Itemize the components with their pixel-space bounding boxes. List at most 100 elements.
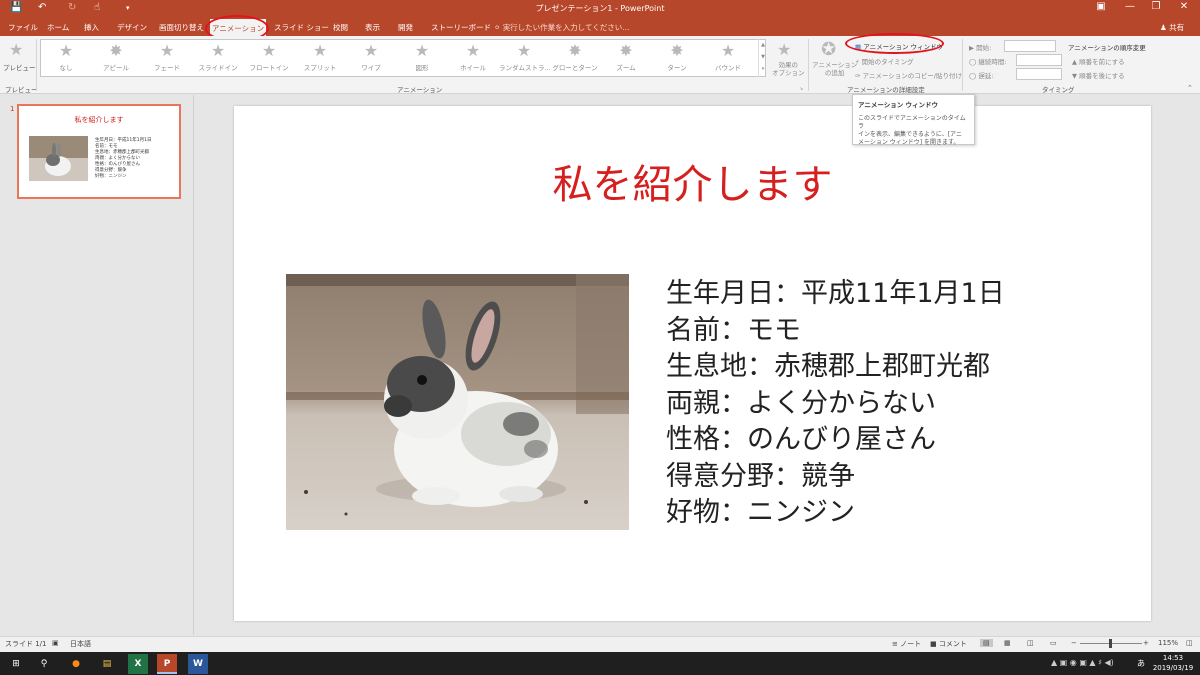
add-animation-button[interactable]: アニメーション の追加 <box>812 61 857 77</box>
ime-indicator[interactable]: あ <box>1137 658 1145 669</box>
tooltip-line: このスライドでアニメーションのタイムラ <box>858 115 966 130</box>
minimize-icon[interactable]: — <box>1117 1 1143 12</box>
bullet-line: 両親：よく分からない <box>666 387 936 419</box>
notes-button[interactable]: ≡ ノート <box>892 639 921 649</box>
gallery-item-appear[interactable]: ✸ アピール <box>91 42 141 73</box>
tab-file[interactable]: ファイル <box>8 22 38 33</box>
delay-input[interactable] <box>1016 68 1062 80</box>
gallery-item-float-in[interactable]: ★ フロートイン <box>244 41 294 73</box>
tooltip-title: アニメーション ウィンドウ <box>858 101 939 109</box>
gallery-item-wheel[interactable]: ★ ホイール <box>448 42 498 73</box>
tab-slideshow[interactable]: スライド ショー <box>274 22 329 33</box>
comments-button[interactable]: ■ コメント <box>930 639 967 649</box>
close-icon[interactable]: ✕ <box>1171 1 1197 12</box>
share-button[interactable]: ♟ 共有 <box>1160 22 1184 33</box>
effect-options-label-1: 効果の <box>778 61 799 69</box>
gallery-item-none[interactable]: ★ なし <box>41 42 91 73</box>
trigger-button[interactable]: ⚡ 開始のタイミング <box>855 56 914 66</box>
slide-thumbnail[interactable]: 私を紹介します 生年月日：平成11年1月1日 名前：モモ 生息地：赤穂郡上郡町光… <box>17 104 181 199</box>
powerpoint-icon[interactable]: P <box>157 654 177 674</box>
tooltip-line: メーション ウィンドウ] を開きます。 <box>858 139 960 146</box>
gallery-item-fly-in[interactable]: ★ スライドイン <box>193 41 243 73</box>
collapse-ribbon-icon[interactable]: ⌃ <box>1187 84 1193 92</box>
file-explorer-icon[interactable]: ▤ <box>97 654 117 674</box>
clock-icon: ◯ <box>969 72 977 80</box>
highlight-ring-pane <box>845 33 944 54</box>
slide-title[interactable]: 私を紹介します <box>234 152 1151 210</box>
gallery-item-bounce[interactable]: ★ バウンド <box>703 41 753 73</box>
bullet-line: 性格：のんびり屋さん <box>666 424 936 455</box>
gallery-item-wipe[interactable]: ★ ワイプ <box>346 41 396 73</box>
painter-label: アニメーションのコピー/貼り付け <box>862 72 962 80</box>
gallery-item-turn[interactable]: ✸ ターン <box>652 41 702 73</box>
word-icon[interactable]: W <box>188 654 208 674</box>
save-icon[interactable]: 💾 <box>10 2 22 13</box>
redo-icon[interactable]: ↻ <box>68 2 76 13</box>
move-later-button[interactable]: ▼ 順番を後にする <box>1072 70 1125 80</box>
tab-developer[interactable]: 開発 <box>398 22 413 33</box>
move-earlier-button[interactable]: ▲ 順番を前にする <box>1072 56 1125 66</box>
star-icon: ★ <box>210 41 226 60</box>
delay-label: ◯ 遅延: <box>969 72 994 80</box>
tab-insert[interactable]: 挿入 <box>84 22 99 33</box>
reorder-title: アニメーションの順序変更 <box>1068 44 1146 52</box>
firefox-icon[interactable]: ● <box>66 654 86 674</box>
star-icon: ★ <box>363 41 379 60</box>
tab-storyboard[interactable]: ストーリーボード <box>431 22 491 33</box>
window-title: プレゼンテーション1 - PowerPoint <box>535 4 665 13</box>
zoom-out-icon[interactable]: − <box>1071 639 1077 647</box>
language-indicator[interactable]: 日本語 <box>70 639 91 649</box>
effect-options-button[interactable]: 効果の オプション <box>772 61 805 77</box>
tab-view[interactable]: 表示 <box>365 22 380 33</box>
slide-count: スライド 1/1 <box>5 640 47 648</box>
spellcheck-icon[interactable]: ▣ <box>52 639 59 647</box>
gallery-item-shape[interactable]: ★ 図形 <box>397 42 447 73</box>
tooltip-body: このスライドでアニメーションのタイムラ インを表示、編集できるように、[アニ メ… <box>858 115 969 147</box>
tab-transitions[interactable]: 画面切り替え <box>159 22 204 33</box>
start-dropdown[interactable] <box>1004 40 1056 52</box>
normal-view-icon[interactable]: ▤ <box>980 639 993 647</box>
star-icon: ★ <box>261 41 277 60</box>
zoom-in-icon[interactable]: + <box>1143 639 1149 647</box>
effect-options-icon[interactable]: ★ <box>777 40 791 59</box>
dialog-launcher-icon[interactable]: ↘ <box>799 86 803 92</box>
gallery-item-grow-turn[interactable]: ✸ グローとターン <box>550 42 600 73</box>
preview-button[interactable]: プレビュー <box>3 62 36 72</box>
gallery-item-split[interactable]: ★ スプリット <box>295 42 345 73</box>
customize-icon[interactable]: ▾ <box>126 4 130 12</box>
slide-body-text[interactable]: 生年月日：平成11年1月1日 名前：モモ 生息地：赤穂郡上郡町光都 両親：よく分… <box>666 276 1005 532</box>
fit-to-window-icon[interactable]: ◫ <box>1186 639 1193 647</box>
zoom-level[interactable]: 115% <box>1158 639 1178 647</box>
gallery-item-random-bars[interactable]: ★ ランダムストラ... <box>499 42 551 73</box>
undo-icon[interactable]: ↶ <box>38 2 46 13</box>
excel-icon[interactable]: X <box>128 654 148 674</box>
up-arrow-icon: ▲ <box>1072 58 1077 66</box>
gallery-scrollbar[interactable]: ▲ ▼ ▾ <box>758 39 767 77</box>
add-animation-icon[interactable]: ✪ <box>821 39 836 60</box>
preview-star-icon[interactable]: ★ <box>9 40 23 59</box>
slide-sorter-icon[interactable]: ▦ <box>1004 639 1011 647</box>
slideshow-view-icon[interactable]: ▭ <box>1050 639 1057 647</box>
rabbit-photo[interactable] <box>286 274 629 530</box>
tab-design[interactable]: デザイン <box>117 22 147 33</box>
touch-mode-icon[interactable]: ☝ <box>94 2 100 13</box>
restore-icon[interactable]: ❐ <box>1143 1 1169 12</box>
tell-me-box[interactable]: ⚪ 実行したい作業を入力してください... <box>494 22 629 33</box>
ribbon-display-icon[interactable]: ▣ <box>1088 1 1114 12</box>
taskbar-clock[interactable]: 14:53 2019/03/19 <box>1148 653 1198 673</box>
duration-input[interactable] <box>1016 54 1062 66</box>
tab-review[interactable]: 校閲 <box>333 22 348 33</box>
star-icon: ★ <box>720 41 736 60</box>
windows-start-icon[interactable]: ⊞ <box>6 654 26 674</box>
clock-icon: ◯ <box>969 58 977 66</box>
gallery-item-zoom[interactable]: ✸ ズーム <box>601 42 651 73</box>
search-icon[interactable]: ⚲ <box>34 654 54 674</box>
tab-home[interactable]: ホーム <box>47 22 69 33</box>
animation-painter-button[interactable]: ✑ アニメーションのコピー/貼り付け <box>855 70 962 80</box>
star-burst-icon: ✸ <box>670 41 684 60</box>
gallery-item-fade[interactable]: ★ フェード <box>142 42 192 73</box>
zoom-slider-thumb[interactable] <box>1109 639 1112 648</box>
comment-icon: ■ <box>930 640 937 648</box>
tray-icons[interactable]: ▲ ▣ ◉ ▣ ▲ ♯ ◀) <box>1051 658 1114 667</box>
reading-view-icon[interactable]: ◫ <box>1027 639 1034 647</box>
